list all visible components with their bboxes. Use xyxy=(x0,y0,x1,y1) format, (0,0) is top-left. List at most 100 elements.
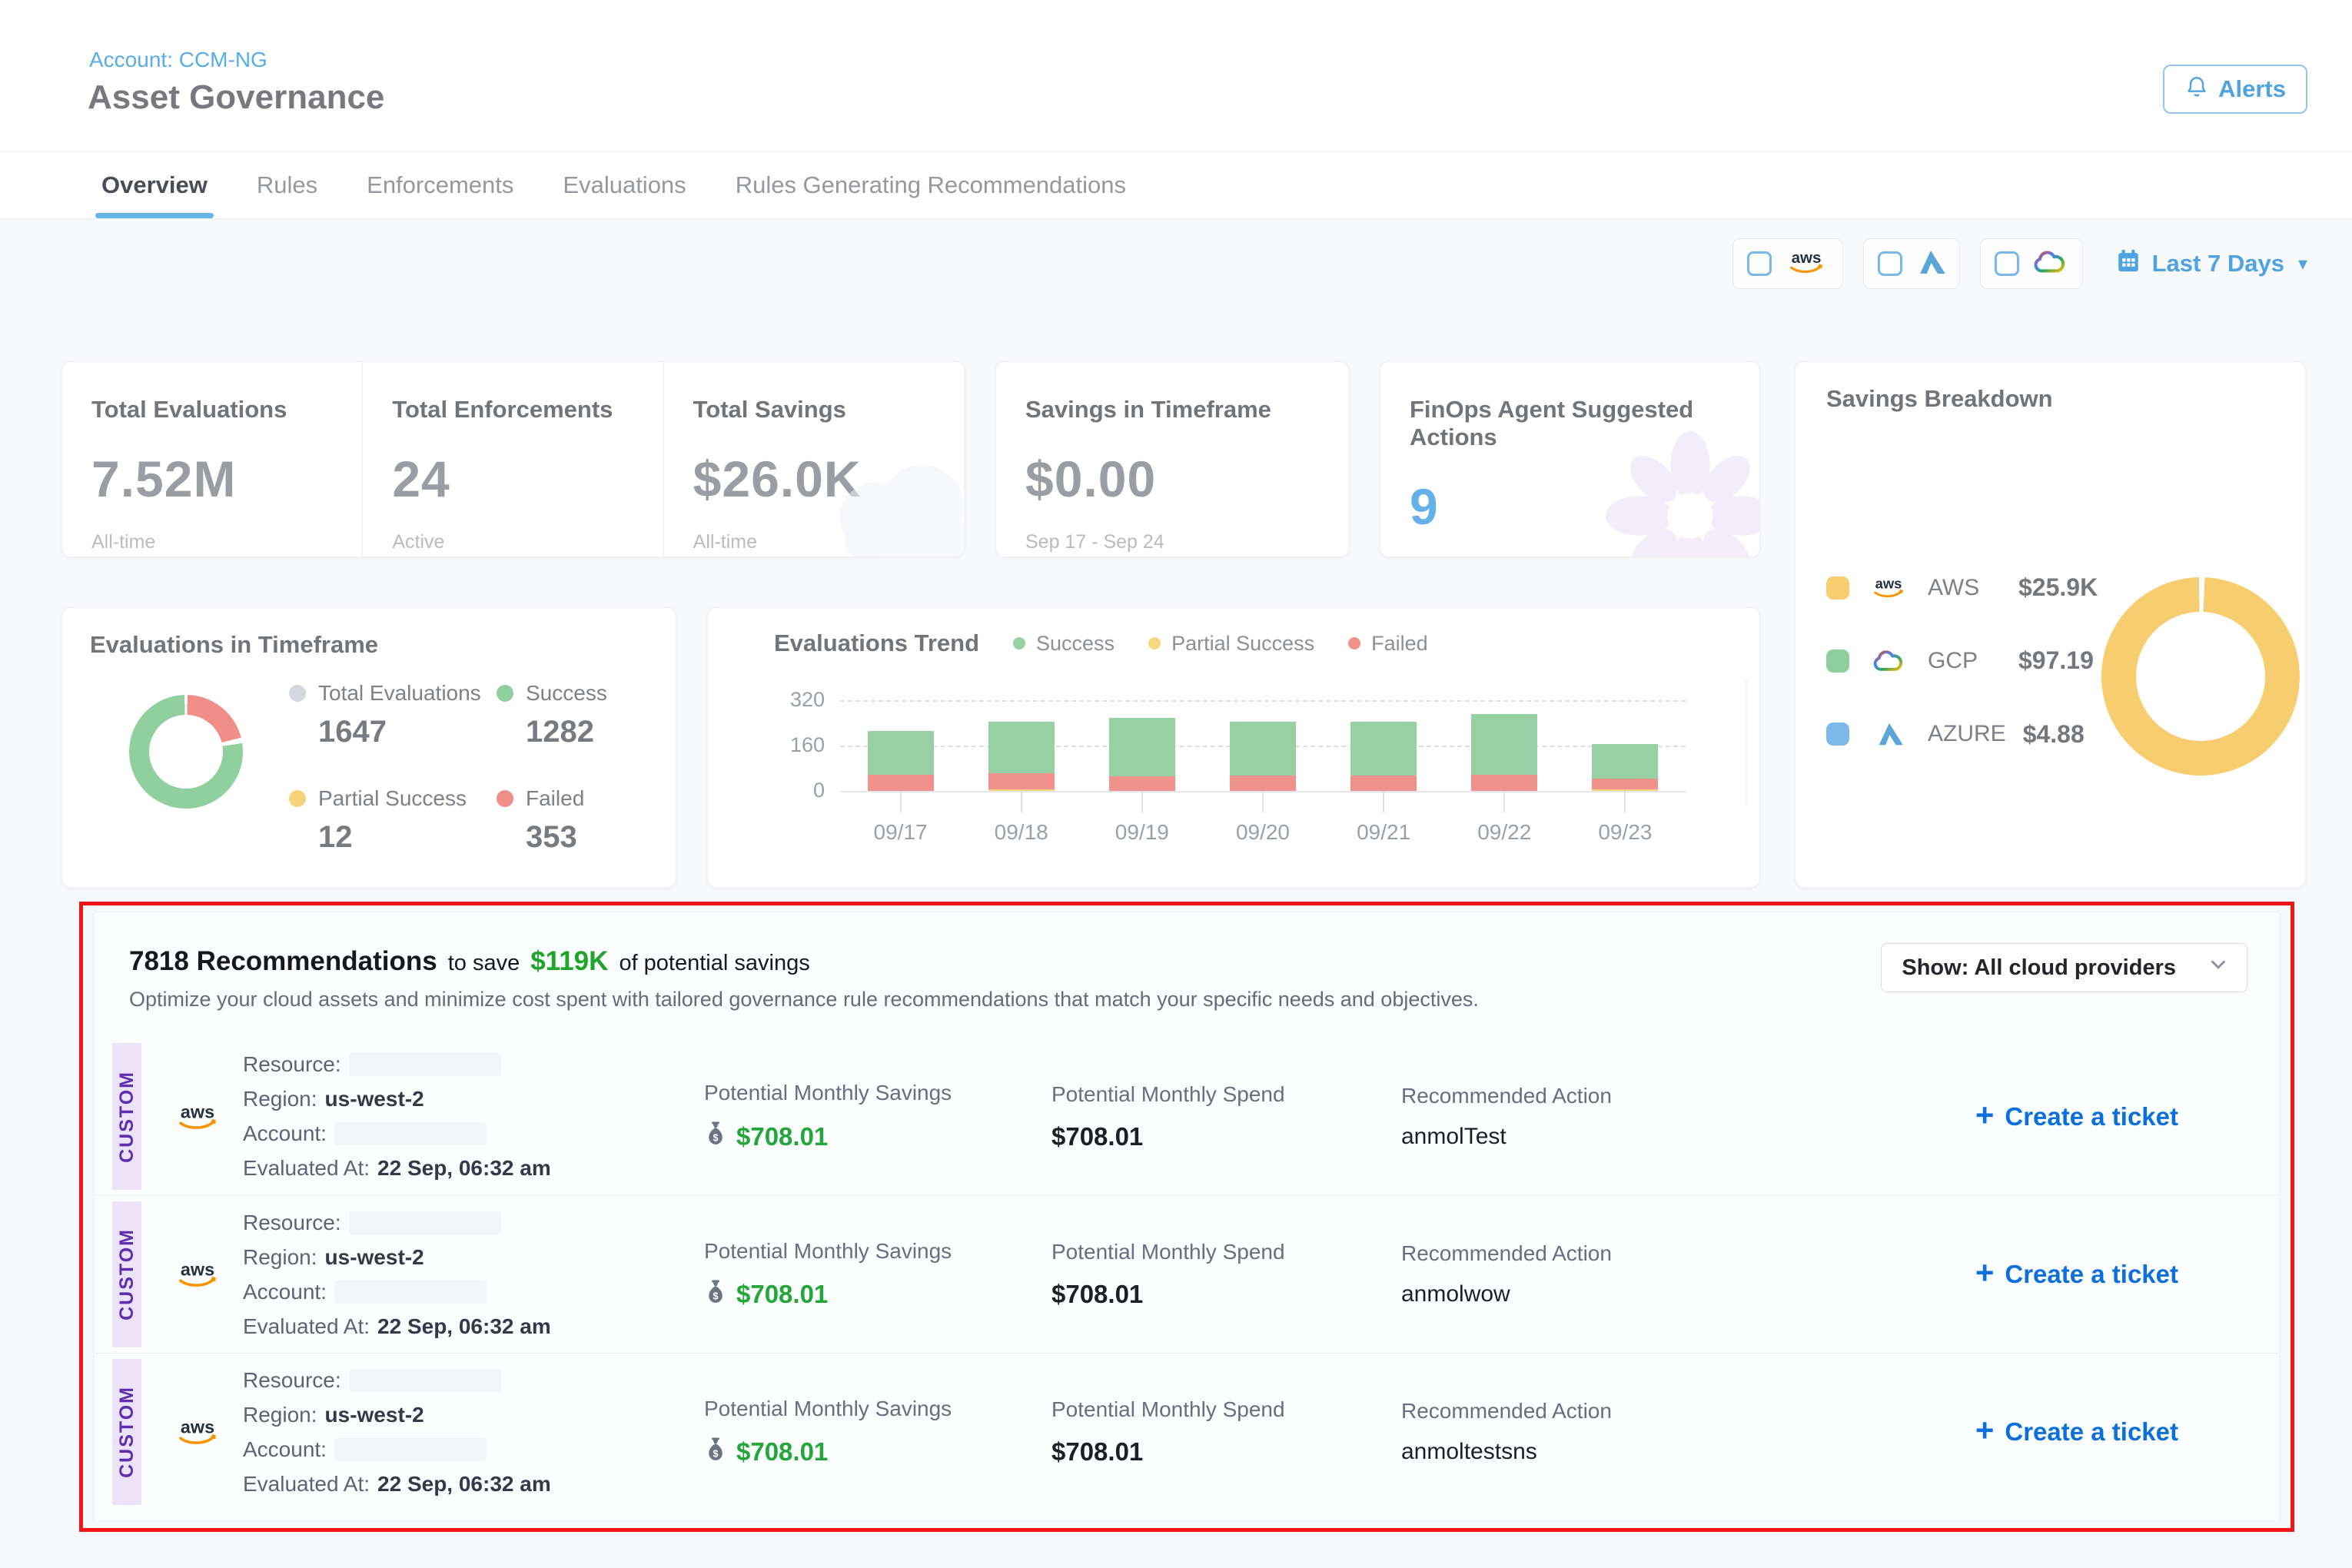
recommendations-panel: 7818 Recommendations to save $119K of po… xyxy=(93,912,2281,1522)
resource-details: Resource: Region:us-west-2 Account: Eval… xyxy=(243,1211,704,1339)
create-ticket-button[interactable]: + Create a ticket xyxy=(1975,1417,2178,1447)
create-ticket-button[interactable]: + Create a ticket xyxy=(1975,1260,2178,1289)
tab-rules[interactable]: Rules xyxy=(257,151,317,218)
evaluated-label: Evaluated At: xyxy=(243,1314,370,1339)
svg-text:aws: aws xyxy=(1791,249,1821,267)
cloud-provider-filter-dropdown[interactable]: Show: All cloud providers xyxy=(1881,943,2247,992)
total-savings-stat: Total Savings $26.0K All-time xyxy=(663,362,964,556)
create-ticket-label: Create a ticket xyxy=(2005,1260,2178,1289)
recommendations-count: 7818 Recommendations xyxy=(129,946,437,977)
column-header: Recommended Action xyxy=(1401,1241,1801,1266)
recommendation-rows: CUSTOM aws Resource: Region:us-west-2 Ac… xyxy=(94,1038,2280,1510)
savings-breakdown-title: Savings Breakdown xyxy=(1826,385,2053,413)
spend-value: $708.01 xyxy=(1051,1122,1401,1151)
total-enforcements-stat: Total Enforcements 24 Active xyxy=(362,362,663,556)
cloud-watermark-icon xyxy=(810,453,965,557)
spend-value: $708.01 xyxy=(1051,1437,1401,1467)
failed-dot xyxy=(1348,637,1360,649)
azure-swatch xyxy=(1826,723,1849,746)
potential-monthly-savings: Potential Monthly Savings $ $708.0 xyxy=(704,1239,1051,1311)
column-header: Recommended Action xyxy=(1401,1084,1801,1108)
legend-label: Failed xyxy=(1371,632,1428,656)
money-bag-icon: $ xyxy=(704,1121,727,1152)
savings-in-timeframe-card: Savings in Timeframe $0.00 Sep 17 - Sep … xyxy=(995,361,1349,557)
trend-legend-failed: Failed xyxy=(1348,632,1428,656)
partial-success-dot xyxy=(1148,637,1161,649)
aws-icon: aws xyxy=(1784,247,1829,281)
aws-icon: aws xyxy=(152,1101,243,1133)
stat-label: Savings in Timeframe xyxy=(1025,396,1348,424)
legend-value: $4.88 xyxy=(2023,720,2085,749)
stat-label: Total Enforcements xyxy=(392,396,663,424)
aws-filter-chip[interactable]: aws xyxy=(1732,238,1843,289)
bell-icon xyxy=(2184,74,2209,105)
evaluations-trend-card: Evaluations Trend Success Partial Succes… xyxy=(707,607,1760,888)
azure-icon xyxy=(1866,719,1911,749)
gcp-filter-chip[interactable] xyxy=(1980,238,2083,289)
column-header: Recommended Action xyxy=(1401,1399,1801,1423)
date-range-picker[interactable]: Last 7 Days ▾ xyxy=(2115,247,2307,280)
legend-item-success: Success 1282 xyxy=(497,681,607,749)
success-dot xyxy=(1013,637,1025,649)
legend-label: Partial Success xyxy=(1171,632,1314,656)
finops-actions-card: FinOps Agent Suggested Actions 9 Enforce… xyxy=(1380,361,1760,557)
total-evaluations-dot xyxy=(289,685,306,702)
gcp-checkbox[interactable] xyxy=(1995,251,2019,276)
legend-value: 1647 xyxy=(318,715,497,749)
legend-label: GCP xyxy=(1928,648,2002,674)
azure-filter-chip[interactable] xyxy=(1863,238,1960,289)
plus-icon: + xyxy=(1975,1257,1995,1289)
aws-checkbox[interactable] xyxy=(1747,251,1772,276)
total-evaluations-stat: Total Evaluations 7.52M All-time xyxy=(62,362,362,556)
region-label: Region: xyxy=(243,1403,317,1427)
stat-value: 24 xyxy=(392,450,663,508)
legend-label: AWS xyxy=(1928,575,2002,601)
alerts-button[interactable]: Alerts xyxy=(2163,65,2307,114)
resource-label: Resource: xyxy=(243,1052,341,1077)
action-value: anmolTest xyxy=(1401,1124,1801,1150)
aws-swatch xyxy=(1826,576,1849,600)
create-ticket-button[interactable]: + Create a ticket xyxy=(1975,1102,2178,1131)
evaluations-timeframe-donut-chart xyxy=(129,695,243,809)
recommendations-highlight-box: 7818 Recommendations to save $119K of po… xyxy=(79,902,2294,1532)
failed-dot xyxy=(497,790,513,807)
evaluations-timeframe-legend: Total Evaluations 1647 Success 1282 Part… xyxy=(289,681,607,855)
gcp-icon xyxy=(1866,648,1911,674)
legend-value: 353 xyxy=(526,820,607,855)
tab-bar: Overview Rules Enforcements Evaluations … xyxy=(0,151,2352,219)
spend-value: $708.01 xyxy=(1051,1280,1401,1309)
custom-tag: CUSTOM xyxy=(112,1201,141,1347)
legend-label: Success xyxy=(1036,632,1115,656)
column-header: Potential Monthly Spend xyxy=(1051,1082,1401,1107)
legend-label: Success xyxy=(526,681,607,706)
tab-enforcements[interactable]: Enforcements xyxy=(367,151,513,218)
account-breadcrumb[interactable]: Account: CCM-NG xyxy=(89,48,267,72)
svg-text:aws: aws xyxy=(181,1101,214,1121)
trend-legend-partial-success: Partial Success xyxy=(1148,632,1314,656)
redacted-account-value xyxy=(334,1438,487,1461)
tab-rules-generating-recommendations[interactable]: Rules Generating Recommendations xyxy=(736,151,1126,218)
main-content: aws xyxy=(0,219,2352,1568)
potential-monthly-savings: Potential Monthly Savings $ $708.0 xyxy=(704,1081,1051,1152)
potential-monthly-spend: Potential Monthly Spend $708.01 xyxy=(1051,1240,1401,1309)
column-header: Potential Monthly Savings xyxy=(704,1239,1051,1264)
tab-evaluations[interactable]: Evaluations xyxy=(563,151,686,218)
legend-label: AZURE xyxy=(1928,721,2006,747)
evaluations-trend-bar-chart: 016032009/1709/1809/1909/2009/2109/2209/… xyxy=(840,700,1686,791)
column-header: Potential Monthly Savings xyxy=(704,1397,1051,1421)
date-range-label: Last 7 Days xyxy=(2152,250,2284,277)
savings-value: $708.01 xyxy=(736,1122,828,1151)
evaluations-timeframe-card: Evaluations in Timeframe Total Evaluatio… xyxy=(61,607,676,888)
tab-overview[interactable]: Overview xyxy=(101,151,208,218)
caret-down-icon: ▾ xyxy=(2298,253,2307,275)
recommended-action: Recommended Action anmoltestsns xyxy=(1401,1399,1801,1465)
azure-checkbox[interactable] xyxy=(1878,251,1902,276)
legend-label: Total Evaluations xyxy=(318,681,481,706)
region-label: Region: xyxy=(243,1245,317,1270)
column-header: Potential Monthly Spend xyxy=(1051,1240,1401,1264)
svg-text:aws: aws xyxy=(181,1259,214,1279)
legend-value: 12 xyxy=(318,820,497,855)
recommendations-amount: $119K xyxy=(530,946,608,977)
recommended-action: Recommended Action anmolwow xyxy=(1401,1241,1801,1307)
redacted-resource-value xyxy=(349,1053,501,1076)
